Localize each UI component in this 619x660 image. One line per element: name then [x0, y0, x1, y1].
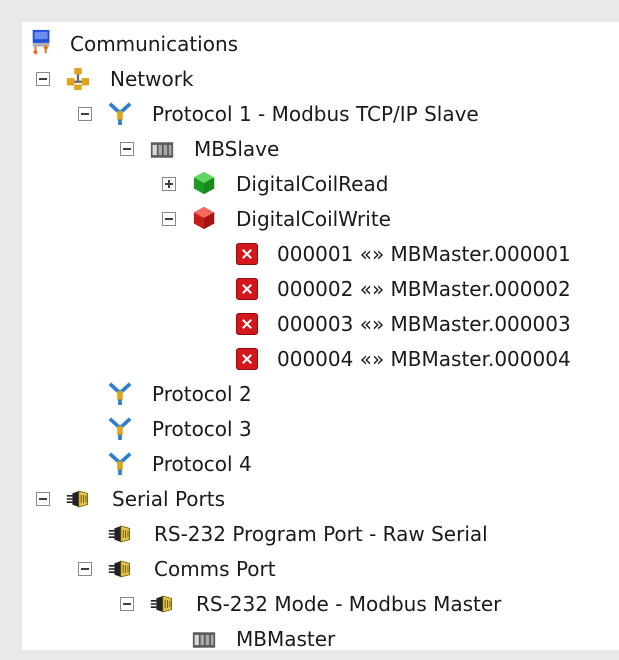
communications-tree-panel: Communications Network Protocol 1 - Modb… — [22, 22, 619, 650]
tree-item-protocol-1[interactable]: Protocol 1 - Modbus TCP/IP Slave — [22, 97, 619, 131]
tree-item-mapping[interactable]: 000001 «» MBMaster.000001 — [22, 237, 619, 271]
tree-item-label: DigitalCoilWrite — [236, 207, 391, 231]
tree-item-rs232-mode[interactable]: RS-232 Mode - Modbus Master — [22, 587, 619, 621]
tree-item-rs232-program-port[interactable]: RS-232 Program Port - Raw Serial — [22, 517, 619, 551]
tree-item-protocol-2[interactable]: Protocol 2 — [22, 377, 619, 411]
tree-item-label: Protocol 1 - Modbus TCP/IP Slave — [152, 102, 479, 126]
error-x-icon — [236, 313, 258, 335]
red-cube-icon — [193, 206, 215, 230]
tree-item-label: 000003 «» MBMaster.000003 — [277, 312, 571, 336]
collapse-toggle[interactable] — [78, 562, 92, 576]
protocol-icon — [108, 102, 132, 125]
tree-item-mbslave[interactable]: MBSlave — [22, 132, 619, 166]
error-x-icon — [236, 348, 258, 370]
tree-item-label: RS-232 Mode - Modbus Master — [196, 592, 502, 616]
serial-port-icon — [108, 525, 130, 543]
tree-item-label: MBSlave — [194, 137, 280, 161]
tree-item-label: MBMaster — [236, 627, 336, 650]
tree-item-label: Serial Ports — [112, 487, 226, 511]
tree-item-label: 000002 «» MBMaster.000002 — [277, 277, 571, 301]
tree-item-protocol-3[interactable]: Protocol 3 — [22, 412, 619, 446]
tree-item-mapping[interactable]: 000003 «» MBMaster.000003 — [22, 307, 619, 341]
protocol-icon — [108, 452, 132, 475]
tree-item-label: Communications — [70, 32, 239, 56]
serial-port-icon — [150, 595, 172, 613]
tree-item-label: RS-232 Program Port - Raw Serial — [154, 522, 488, 546]
communications-icon — [32, 29, 50, 55]
tree-item-label: Protocol 4 — [152, 452, 252, 476]
tree-item-label: Network — [110, 67, 194, 91]
protocol-icon — [108, 382, 132, 405]
tree-item-label: Protocol 3 — [152, 417, 252, 441]
tree-item-label: 000004 «» MBMaster.000004 — [277, 347, 571, 371]
error-x-icon — [236, 243, 258, 265]
expand-toggle[interactable] — [162, 177, 176, 191]
serial-port-icon — [108, 560, 130, 578]
tree-item-mapping[interactable]: 000002 «» MBMaster.000002 — [22, 272, 619, 306]
collapse-toggle[interactable] — [78, 107, 92, 121]
tree-item-protocol-4[interactable]: Protocol 4 — [22, 447, 619, 481]
tree-item-mbmaster[interactable]: MBMaster — [22, 622, 619, 650]
collapse-toggle[interactable] — [120, 142, 134, 156]
tree-item-label: Protocol 2 — [152, 382, 252, 406]
collapse-toggle[interactable] — [162, 212, 176, 226]
tree-item-label: 000001 «» MBMaster.000001 — [277, 242, 571, 266]
tree-item-digital-coil-read[interactable]: DigitalCoilRead — [22, 167, 619, 201]
tree-item-digital-coil-write[interactable]: DigitalCoilWrite — [22, 202, 619, 236]
tree-item-label: DigitalCoilRead — [236, 172, 389, 196]
error-x-icon — [236, 278, 258, 300]
green-cube-icon — [193, 171, 215, 195]
device-icon — [150, 142, 174, 158]
collapse-toggle[interactable] — [36, 492, 50, 506]
tree-item-label: Comms Port — [154, 557, 276, 581]
tree-item-comms-port[interactable]: Comms Port — [22, 552, 619, 586]
tree-item-mapping[interactable]: 000004 «» MBMaster.000004 — [22, 342, 619, 376]
network-icon — [66, 67, 90, 91]
tree-item-serial-ports[interactable]: Serial Ports — [22, 482, 619, 516]
serial-port-icon — [66, 490, 88, 508]
device-icon — [192, 632, 216, 648]
tree-item-network[interactable]: Network — [22, 62, 619, 96]
protocol-icon — [108, 417, 132, 440]
collapse-toggle[interactable] — [36, 72, 50, 86]
tree-item-communications[interactable]: Communications — [22, 27, 619, 61]
collapse-toggle[interactable] — [120, 597, 134, 611]
